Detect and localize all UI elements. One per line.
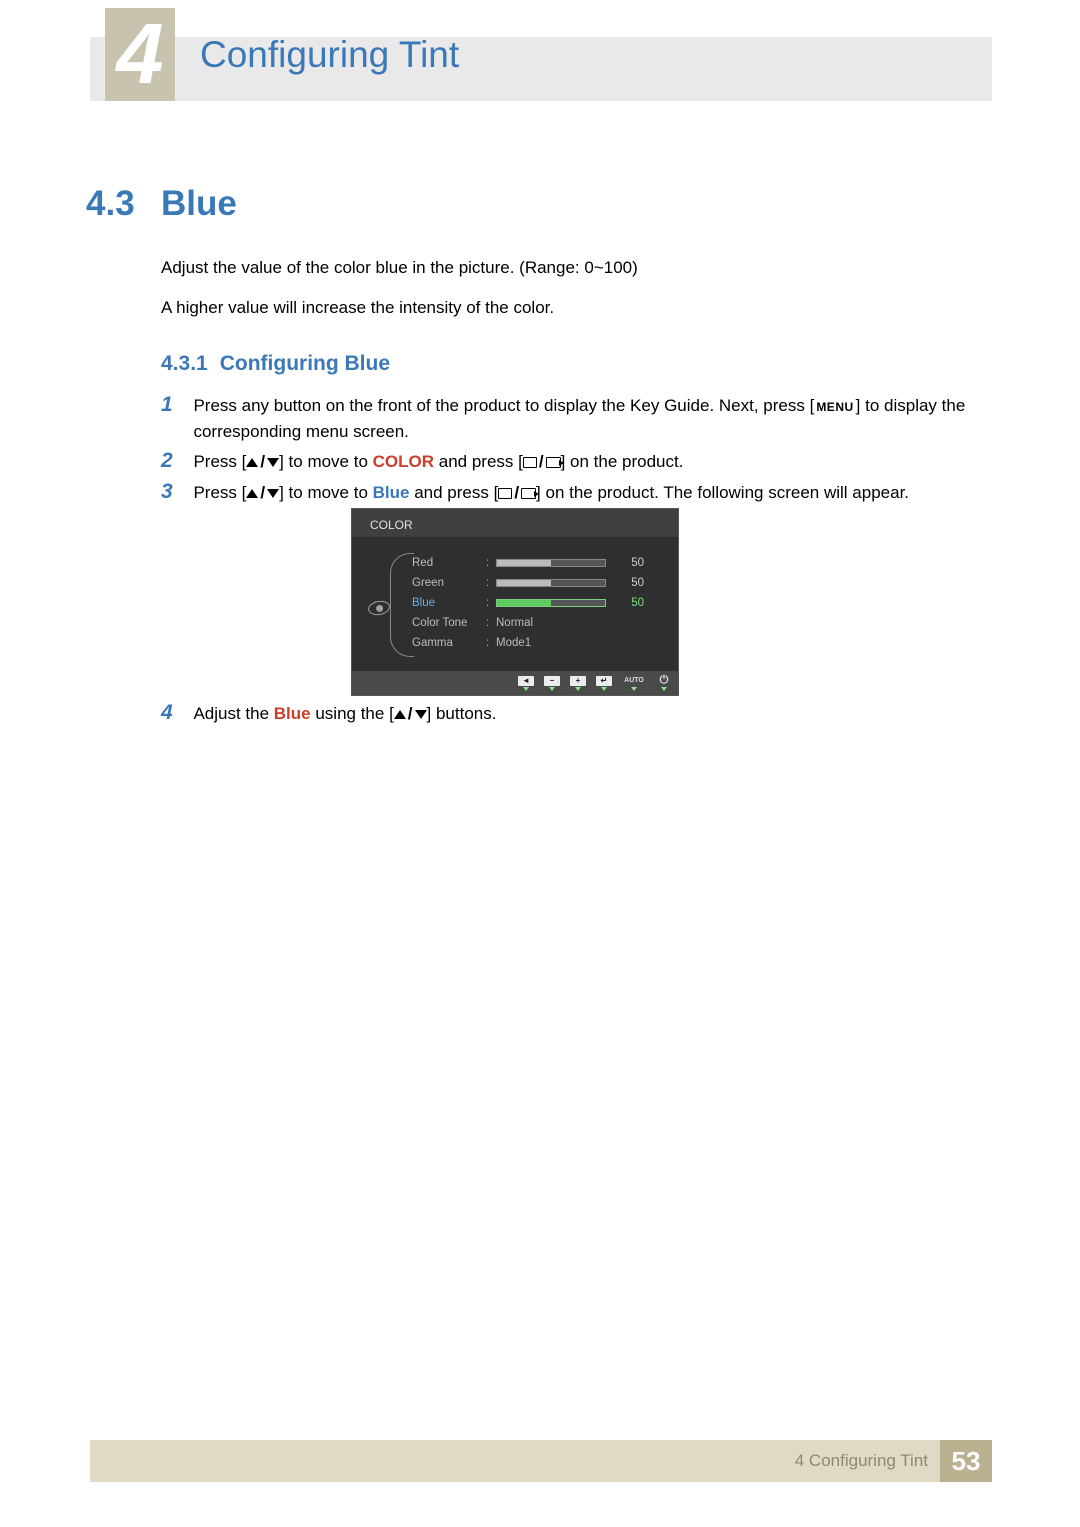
eye-icon (367, 599, 391, 617)
osd-label-green: Green (412, 577, 486, 589)
step-4: 4 Adjust the Blue using the [ / ] buttons. (161, 701, 990, 727)
osd-body: Red : 50 Green : 50 Blue : 50 Color Tone… (352, 537, 678, 671)
step-3-blue-word: Blue (373, 483, 410, 502)
step-4-text-a: Adjust the (193, 704, 273, 723)
step-4-body: Adjust the Blue using the [ / ] buttons. (193, 701, 982, 727)
osd-row-gamma: Gamma : Mode1 (412, 633, 668, 653)
osd-power-button: ⏻ (656, 676, 672, 691)
page-number: 53 (940, 1440, 992, 1482)
osd-label-red: Red (412, 557, 486, 569)
osd-row-color-tone: Color Tone : Normal (412, 613, 668, 633)
osd-value-blue: 50 (614, 597, 644, 609)
osd-colon: : (486, 597, 496, 609)
step-3-text-c: and press [ (409, 483, 498, 502)
osd-minus-button: − (544, 676, 560, 691)
step-3-text-b: ] to move to (279, 483, 373, 502)
step-3-number: 3 (161, 480, 189, 504)
subsection-heading: 4.3.1 Configuring Blue (161, 352, 390, 376)
step-3-body: Press [ / ] to move to Blue and press [ / ] … (193, 480, 982, 506)
osd-label-color-tone: Color Tone (412, 617, 486, 629)
slash-separator: / (260, 480, 265, 506)
osd-slider-red (496, 559, 606, 567)
step-3-text-d: ] on the product. The following screen w… (536, 483, 909, 502)
osd-row-red: Red : 50 (412, 553, 668, 573)
step-1: 1 Press any button on the front of the p… (161, 393, 990, 446)
osd-bracket (390, 553, 414, 657)
step-2-text-a: Press [ (193, 452, 246, 471)
osd-title: COLOR (370, 518, 413, 532)
step-2-body: Press [ / ] to move to COLOR and press [ /]… (193, 449, 982, 475)
source-icon (523, 457, 537, 468)
osd-plus-button: + (570, 676, 586, 691)
osd-row-green: Green : 50 (412, 573, 668, 593)
osd-auto-button: AUTO (622, 676, 646, 691)
down-arrow-icon (267, 489, 279, 498)
osd-button-bar: ◄ − + ↵ AUTO ⏻ (352, 671, 678, 695)
section-intro-1: Adjust the value of the color blue in th… (161, 258, 638, 278)
osd-slider-blue (496, 599, 606, 607)
step-1-number: 1 (161, 393, 189, 417)
osd-value-gamma: Mode1 (496, 637, 531, 649)
chapter-number: 4 (116, 12, 163, 97)
enter-icon (521, 488, 536, 499)
subsection-title: Configuring Blue (220, 352, 390, 375)
osd-label-blue: Blue (412, 597, 486, 609)
step-2: 2 Press [ / ] to move to COLOR and press [… (161, 449, 990, 475)
osd-value-red: 50 (614, 557, 644, 569)
down-arrow-icon (415, 710, 427, 719)
osd-value-color-tone: Normal (496, 617, 533, 629)
step-3: 3 Press [ / ] to move to Blue and press [ /… (161, 480, 990, 506)
osd-colon: : (486, 637, 496, 649)
menu-button-label: MENU (814, 398, 855, 417)
slash-separator: / (539, 449, 544, 475)
slash-separator: / (260, 449, 265, 475)
osd-colon: : (486, 577, 496, 589)
chapter-title: Configuring Tint (200, 34, 459, 76)
osd-colon: : (486, 557, 496, 569)
osd-value-green: 50 (614, 577, 644, 589)
step-4-blue-word: Blue (274, 704, 311, 723)
slash-separator: / (514, 480, 519, 506)
step-2-text-d: ] on the product. (561, 452, 684, 471)
osd-row-blue: Blue : 50 (412, 593, 668, 613)
slash-separator: / (408, 701, 413, 727)
enter-icon (546, 457, 561, 468)
step-2-text-c: and press [ (434, 452, 523, 471)
osd-enter-button: ↵ (596, 676, 612, 691)
osd-screenshot: COLOR Red : 50 Green : 50 Blue : 50 (351, 508, 679, 696)
step-2-number: 2 (161, 449, 189, 473)
footer-label: 4 Configuring Tint (795, 1451, 928, 1471)
section-intro-2: A higher value will increase the intensi… (161, 298, 554, 318)
step-2-text-b: ] to move to (279, 452, 373, 471)
step-1-text-pre: Press any button on the front of the pro… (193, 396, 814, 415)
osd-colon: : (486, 617, 496, 629)
osd-items: Red : 50 Green : 50 Blue : 50 Color Tone… (412, 553, 668, 653)
osd-slider-green (496, 579, 606, 587)
up-arrow-icon (394, 710, 406, 719)
osd-label-gamma: Gamma (412, 637, 486, 649)
subsection-number: 4.3.1 (161, 352, 208, 375)
section-title: Blue (161, 184, 237, 224)
step-4-number: 4 (161, 701, 189, 725)
source-icon (498, 488, 512, 499)
step-4-text-b: using the [ (311, 704, 394, 723)
step-4-text-c: ] buttons. (427, 704, 497, 723)
section-number: 4.3 (86, 184, 135, 224)
up-arrow-icon (246, 458, 258, 467)
step-3-text-a: Press [ (193, 483, 246, 502)
footer-band: 4 Configuring Tint 53 (90, 1440, 992, 1482)
osd-back-button: ◄ (518, 676, 534, 691)
up-arrow-icon (246, 489, 258, 498)
step-1-body: Press any button on the front of the pro… (193, 393, 982, 446)
chapter-number-box: 4 (105, 8, 175, 101)
step-2-color-word: COLOR (373, 452, 434, 471)
down-arrow-icon (267, 458, 279, 467)
